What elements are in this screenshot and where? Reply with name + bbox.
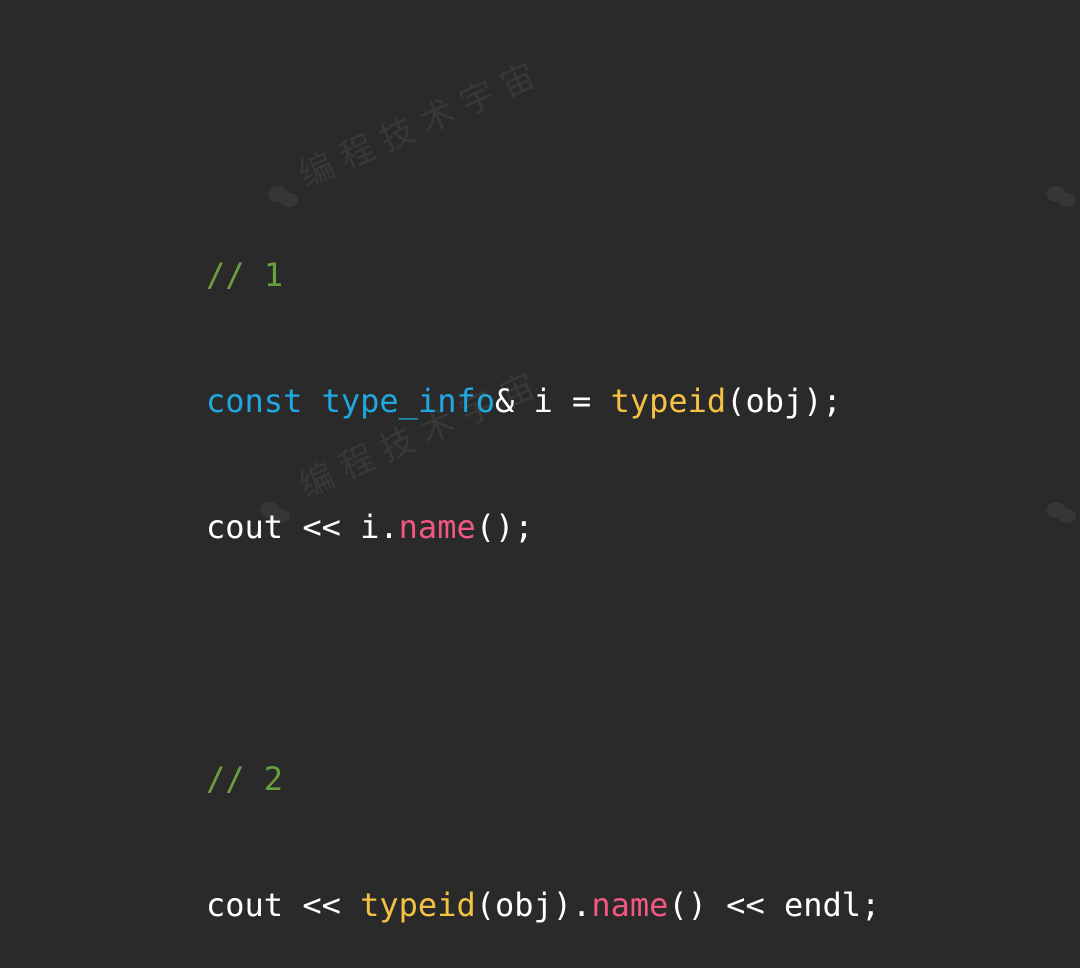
code-line-2: const type_info& i = typeid(obj); bbox=[206, 380, 880, 422]
code-line-5: // 2 bbox=[206, 758, 880, 800]
plain-token: () << endl; bbox=[668, 886, 881, 924]
code-line-3: cout << i.name(); bbox=[206, 506, 880, 548]
comment-token: // 1 bbox=[206, 256, 284, 294]
plain-token: & i = bbox=[494, 382, 611, 420]
plain-token: cout << bbox=[206, 886, 361, 924]
plain-token: cout << i. bbox=[206, 508, 399, 546]
method-token: name bbox=[398, 508, 476, 546]
code-line-6: cout << typeid(obj).name() << endl; bbox=[206, 884, 880, 926]
plain-token: (obj). bbox=[475, 886, 592, 924]
type-token: type_info bbox=[321, 382, 495, 420]
wechat-logo-icon bbox=[1046, 502, 1076, 524]
plain-token: (obj); bbox=[726, 382, 842, 420]
method-token: name bbox=[591, 886, 669, 924]
keyword-token: const bbox=[206, 382, 303, 420]
code-line-1: // 1 bbox=[206, 254, 880, 296]
function-token: typeid bbox=[360, 886, 476, 924]
comment-token: // 2 bbox=[206, 760, 284, 798]
wechat-logo-icon bbox=[1046, 186, 1076, 208]
function-token: typeid bbox=[610, 382, 727, 420]
code-block: // 1 const type_info& i = typeid(obj); c… bbox=[206, 170, 880, 968]
plain-token: (); bbox=[475, 508, 534, 546]
